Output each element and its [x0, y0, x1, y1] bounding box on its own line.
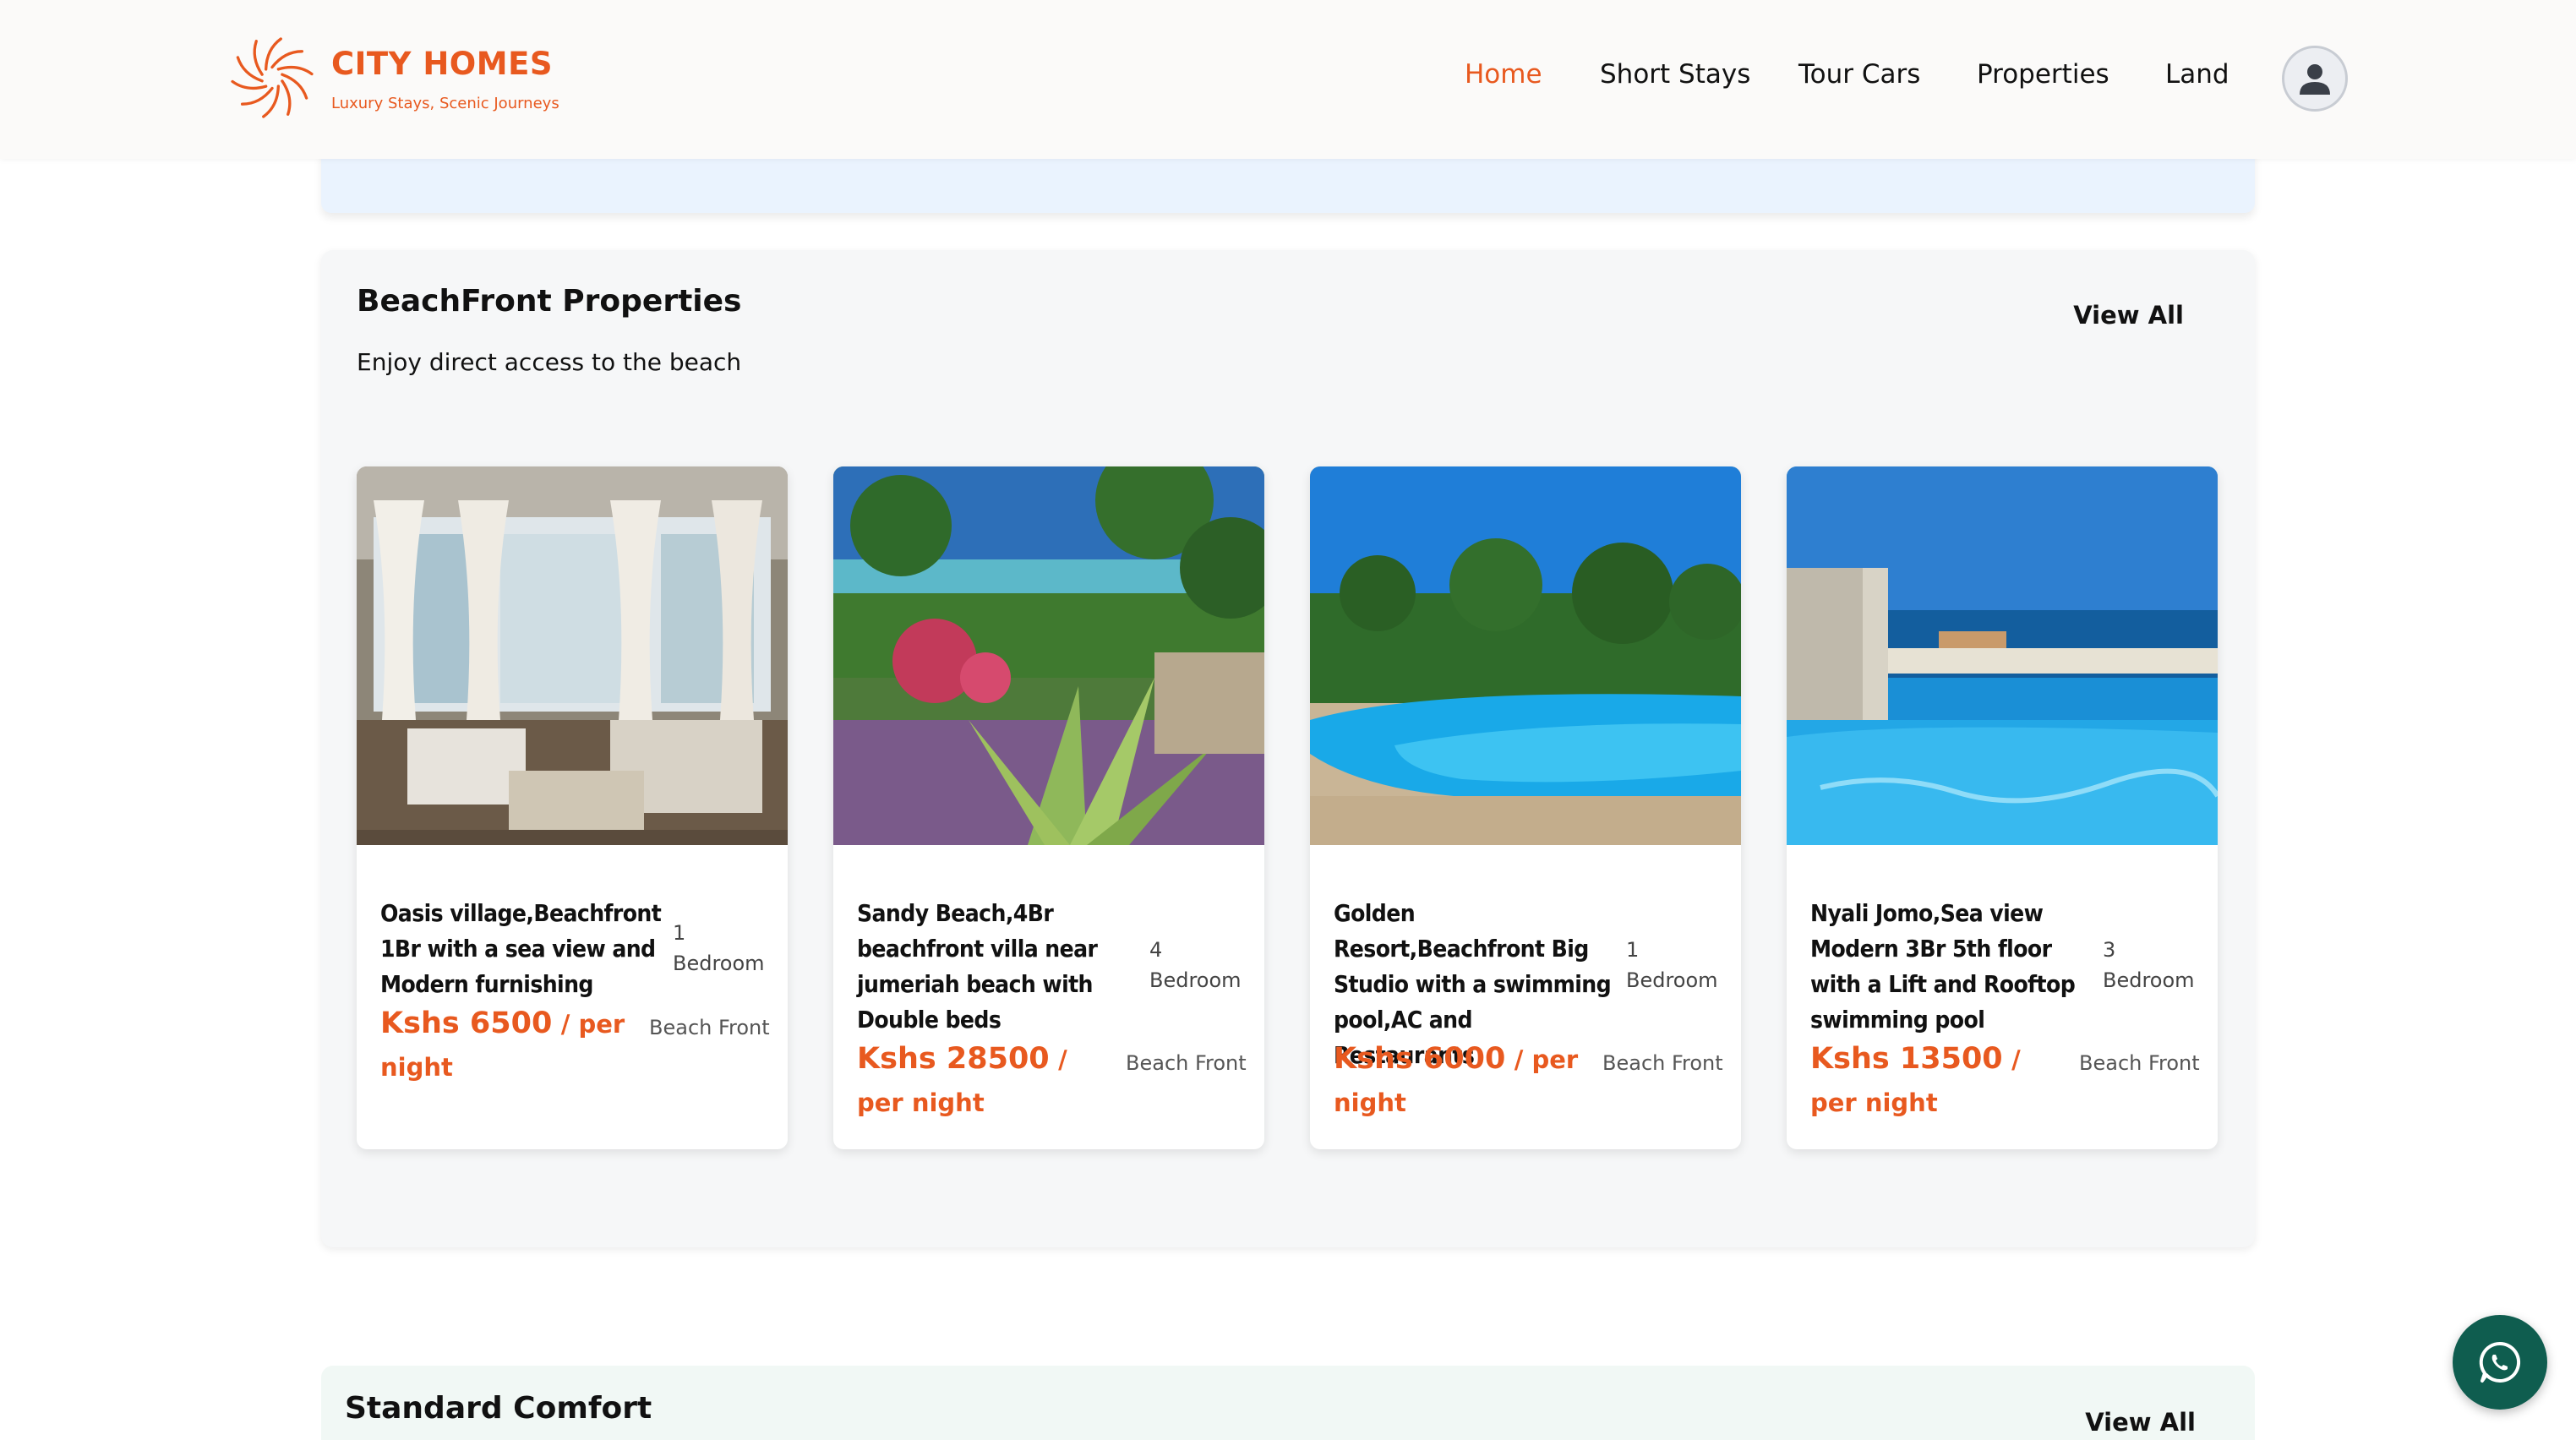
living-room-image	[357, 466, 788, 845]
price-amount: Kshs 6500	[380, 1006, 553, 1040]
property-card[interactable]: Oasis village,Beachfront 1Br with a sea …	[357, 466, 788, 1149]
whatsapp-icon	[2479, 1341, 2521, 1383]
property-price: Kshs 6000 / per night	[1334, 1038, 1587, 1125]
main-nav: Home Short Stays Tour Cars Properties La…	[0, 59, 2576, 101]
property-price: Kshs 6500 / per night	[380, 1002, 634, 1089]
bedroom-count: 4	[1149, 938, 1163, 962]
price-amount: Kshs 28500	[857, 1042, 1050, 1076]
nav-item-short-stays[interactable]: Short Stays	[1600, 59, 1750, 90]
section-subtitle: Enjoy direct access to the beach	[357, 348, 742, 376]
property-card[interactable]: Golden Resort,Beachfront Big Studio with…	[1310, 466, 1741, 1149]
beachfront-section: BeachFront Properties Enjoy direct acces…	[321, 250, 2255, 1247]
bedroom-count: 3	[2103, 938, 2116, 962]
property-type: Beach Front	[2079, 1051, 2200, 1075]
property-type: Beach Front	[1126, 1051, 1247, 1075]
property-type: Beach Front	[1602, 1051, 1723, 1075]
whatsapp-button[interactable]	[2453, 1315, 2547, 1410]
nav-item-land[interactable]: Land	[2165, 59, 2229, 90]
price-amount: Kshs 6000	[1334, 1042, 1506, 1076]
property-image	[1787, 466, 2218, 845]
rooftop-pool-image	[1787, 466, 2218, 845]
bedroom-label: Bedroom	[1149, 968, 1242, 992]
bedroom-label: Bedroom	[1626, 968, 1718, 992]
section-title: Standard Comfort	[345, 1391, 652, 1426]
property-card[interactable]: Sandy Beach,4Br beachfront villa near ju…	[833, 466, 1264, 1149]
bedroom-label: Bedroom	[673, 952, 765, 975]
bedroom-count: 1	[673, 921, 686, 945]
user-avatar-icon	[2300, 64, 2330, 95]
property-price: Kshs 13500 / per night	[1810, 1038, 2064, 1125]
property-image	[833, 466, 1264, 845]
property-card[interactable]: Nyali Jomo,Sea view Modern 3Br 5th floor…	[1787, 466, 2218, 1149]
section-title: BeachFront Properties	[357, 284, 742, 319]
tropical-garden-image	[833, 466, 1264, 845]
bedroom-info: 1 Bedroom	[673, 918, 781, 979]
bedroom-info: 4 Bedroom	[1149, 935, 1258, 995]
standard-comfort-section: Standard Comfort View All	[321, 1366, 2255, 1440]
bedroom-label: Bedroom	[2103, 968, 2195, 992]
nav-item-home[interactable]: Home	[1465, 59, 1542, 90]
property-price: Kshs 28500 / per night	[857, 1038, 1111, 1125]
property-title: Nyali Jomo,Sea view Modern 3Br 5th floor…	[1810, 899, 2076, 1034]
page: CITY HOMES Luxury Stays, Scenic Journeys…	[0, 0, 2576, 1440]
resort-pool-image	[1310, 466, 1741, 845]
property-image	[1310, 466, 1741, 845]
nav-item-tour-cars[interactable]: Tour Cars	[1798, 59, 1920, 90]
price-amount: Kshs 13500	[1810, 1042, 2003, 1076]
user-avatar-button[interactable]	[2282, 46, 2348, 112]
view-all-link[interactable]: View All	[2085, 1408, 2196, 1437]
site-header: CITY HOMES Luxury Stays, Scenic Journeys…	[0, 0, 2576, 159]
nav-item-properties[interactable]: Properties	[1977, 59, 2109, 90]
bedroom-info: 1 Bedroom	[1626, 935, 1734, 995]
property-title: Oasis village,Beachfront 1Br with a sea …	[380, 899, 662, 998]
bedroom-info: 3 Bedroom	[2103, 935, 2211, 995]
property-type: Beach Front	[649, 1016, 770, 1039]
view-all-link[interactable]: View All	[2073, 301, 2184, 330]
property-title: Sandy Beach,4Br beachfront villa near ju…	[857, 899, 1098, 1034]
bedroom-count: 1	[1626, 938, 1640, 962]
property-image	[357, 466, 788, 845]
